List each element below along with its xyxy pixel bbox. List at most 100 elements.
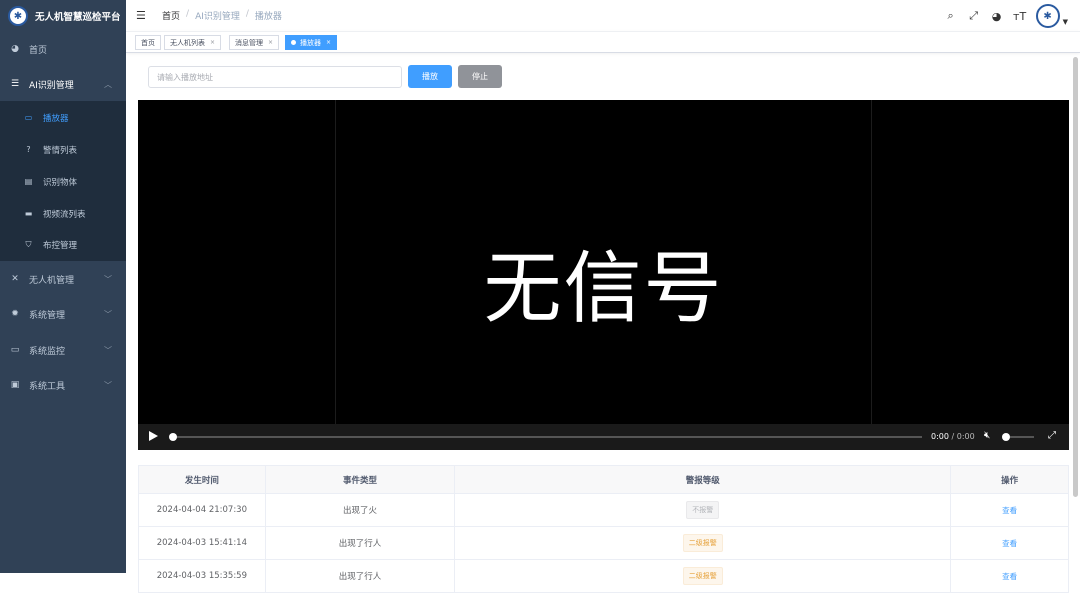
column-header: 事件类型 <box>266 466 456 493</box>
column-header: 操作 <box>1001 475 1019 486</box>
tag-label: 消息管理 <box>235 38 263 47</box>
breadcrumb: 首页 / AI识别管理 / 播放器 <box>162 9 282 22</box>
sidebar-item-label: AI识别管理 <box>29 80 74 91</box>
sidebar-item-home[interactable]: ◕ 首页 <box>0 32 126 66</box>
cell-level: 二级报警 <box>455 560 952 592</box>
breadcrumb-level1: AI识别管理 <box>195 12 240 22</box>
column-header: 发生时间 <box>139 466 266 493</box>
level-badge: 二级报警 <box>682 567 723 585</box>
app-logo: ✱ <box>8 6 28 26</box>
volume-knob[interactable] <box>1002 433 1010 441</box>
cell-time: 2024-04-03 15:35:59 <box>139 560 266 592</box>
page-scrollbar[interactable] <box>1073 57 1078 497</box>
list-icon: ☰ <box>10 79 20 89</box>
cell-action: 查看 <box>951 494 1068 526</box>
navbar: ☰ 首页 / AI识别管理 / 播放器 ⌕ ⤢ ◕ ᴛT ✱ ▼ <box>126 0 1080 31</box>
sidebar-subitem-alerts[interactable]: ? 警情列表 <box>0 134 126 165</box>
cell-level: 二级报警 <box>455 527 952 559</box>
hamburger-icon[interactable]: ☰ <box>136 9 146 22</box>
active-dot-icon <box>291 40 296 45</box>
navbar-right: ⌕ ⤢ ◕ ᴛT ✱ ▼ <box>944 4 1068 28</box>
sidebar-item-label: 首页 <box>29 45 48 56</box>
chevron-down-icon: ﹀ <box>104 274 112 284</box>
cell-type: 出现了行人 <box>266 527 456 559</box>
cell-time: 2024-04-03 15:41:14 <box>139 527 266 559</box>
cell-time: 2024-04-04 21:07:30 <box>139 494 266 526</box>
cell-action: 查看 <box>951 560 1068 592</box>
close-icon[interactable]: × <box>268 39 273 46</box>
search-icon[interactable]: ⌕ <box>944 9 958 23</box>
sidebar-item-drone[interactable]: ✕ 无人机管理 ﹀ <box>0 262 126 296</box>
cell-level: 不报警 <box>455 494 952 526</box>
view-link[interactable]: 查看 <box>1002 505 1017 516</box>
close-icon[interactable]: × <box>210 39 215 46</box>
tag-label: 播放器 <box>300 38 321 47</box>
sidebar-item-monitor[interactable]: ▭ 系统监控 ﹀ <box>0 333 126 367</box>
toolbox-icon: ▣ <box>10 380 20 390</box>
cell-action: 查看 <box>951 527 1068 559</box>
play-url-input[interactable] <box>148 66 402 88</box>
breadcrumb-separator: / <box>245 9 249 19</box>
app-title: 无人机智慧巡检平台 <box>35 12 121 23</box>
mute-icon[interactable]: 🔇︎ <box>984 430 990 441</box>
sidebar-item-ai-recognition[interactable]: ☰ AI识别管理 ︿ <box>0 67 126 101</box>
progress-knob[interactable] <box>169 433 177 441</box>
sidebar-subitem-label: 警情列表 <box>43 145 78 156</box>
sidebar-item-label: 系统工具 <box>29 381 66 392</box>
view-link[interactable]: 查看 <box>1002 538 1017 549</box>
sidebar-item-label: 系统管理 <box>29 310 66 321</box>
sidebar-item-label: 无人机管理 <box>29 275 75 286</box>
chevron-down-icon: ﹀ <box>104 380 112 390</box>
sidebar-subitem-deploy[interactable]: ⛉ 布控管理 <box>0 229 126 260</box>
video-icon: ▬ <box>24 209 33 218</box>
cell-type: 出现了火 <box>266 494 456 526</box>
sidebar-subitem-player[interactable]: ▭ 播放器 <box>0 102 126 133</box>
close-icon[interactable]: × <box>326 39 331 46</box>
sidebar-subitem-label: 播放器 <box>43 113 69 124</box>
video-controls: 0:00 / 0:00 🔇︎ ⤢ <box>138 424 1069 450</box>
stop-button[interactable]: 停止 <box>458 65 502 88</box>
dashboard-icon[interactable]: ◕ <box>990 10 1004 23</box>
monitor-icon: ▭ <box>10 345 20 355</box>
video-player[interactable]: 无信号 0:00 / 0:00 🔇︎ ⤢ <box>138 100 1069 450</box>
sidebar-subitem-label: 识别物体 <box>43 177 78 188</box>
caret-down-icon[interactable]: ▼ <box>1063 18 1068 26</box>
sidebar-item-tools[interactable]: ▣ 系统工具 ﹀ <box>0 368 126 402</box>
fullscreen-icon[interactable]: ⤢ <box>967 9 981 23</box>
chevron-down-icon: ﹀ <box>104 309 112 319</box>
play-button[interactable]: 播放 <box>408 65 452 88</box>
sidebar-logo-row[interactable]: ✱ 无人机智慧巡检平台 <box>0 0 126 32</box>
cell-type: 出现了行人 <box>266 560 456 592</box>
tag-drone-list[interactable]: 无人机列表 × <box>164 35 222 50</box>
sidebar-subitem-label: 布控管理 <box>43 240 78 251</box>
table-row: 2024-04-03 15:41:14 出现了行人 二级报警 查看 <box>139 527 1068 560</box>
level-badge: 不报警 <box>686 501 720 519</box>
monitor-icon: ▭ <box>24 113 33 122</box>
tag-message-management[interactable]: 消息管理 × <box>229 35 280 50</box>
gear-icon: ✹ <box>11 309 19 319</box>
alerts-table: 发生时间 事件类型 警报等级 操作 2024-04-04 21:07:30 出现… <box>138 465 1069 593</box>
sidebar-subitem-objects[interactable]: ▤ 识别物体 <box>0 166 126 197</box>
breadcrumb-separator: / <box>186 9 190 19</box>
tag-label: 无人机列表 <box>170 38 205 47</box>
play-icon[interactable] <box>149 431 158 441</box>
font-size-icon[interactable]: ᴛT <box>1013 10 1027 23</box>
view-link[interactable]: 查看 <box>1002 571 1017 582</box>
table-row: 2024-04-03 15:35:59 出现了行人 二级报警 查看 <box>139 560 1068 593</box>
duration: 0:00 <box>956 432 975 441</box>
breadcrumb-home[interactable]: 首页 <box>162 9 180 22</box>
sidebar-item-system[interactable]: ✹ 系统管理 ﹀ <box>0 297 126 331</box>
fullscreen-icon[interactable]: ⤢ <box>1048 430 1056 441</box>
progress-bar[interactable] <box>170 436 922 438</box>
sidebar-subitem-streams[interactable]: ▬ 视频流列表 <box>0 198 126 229</box>
tags-view: 首页 无人机列表 × 消息管理 × 播放器 × <box>126 31 1080 53</box>
tag-label: 首页 <box>141 38 155 47</box>
breadcrumb-current: 播放器 <box>254 12 282 22</box>
time-display: 0:00 / 0:00 <box>931 432 975 441</box>
tag-home[interactable]: 首页 <box>135 35 161 50</box>
no-signal-text: 无信号 <box>483 244 724 334</box>
drone-icon: ✕ <box>11 274 19 284</box>
tag-player[interactable]: 播放器 × <box>285 35 338 50</box>
volume-slider[interactable] <box>1010 436 1034 438</box>
avatar[interactable]: ✱ <box>1035 4 1060 28</box>
